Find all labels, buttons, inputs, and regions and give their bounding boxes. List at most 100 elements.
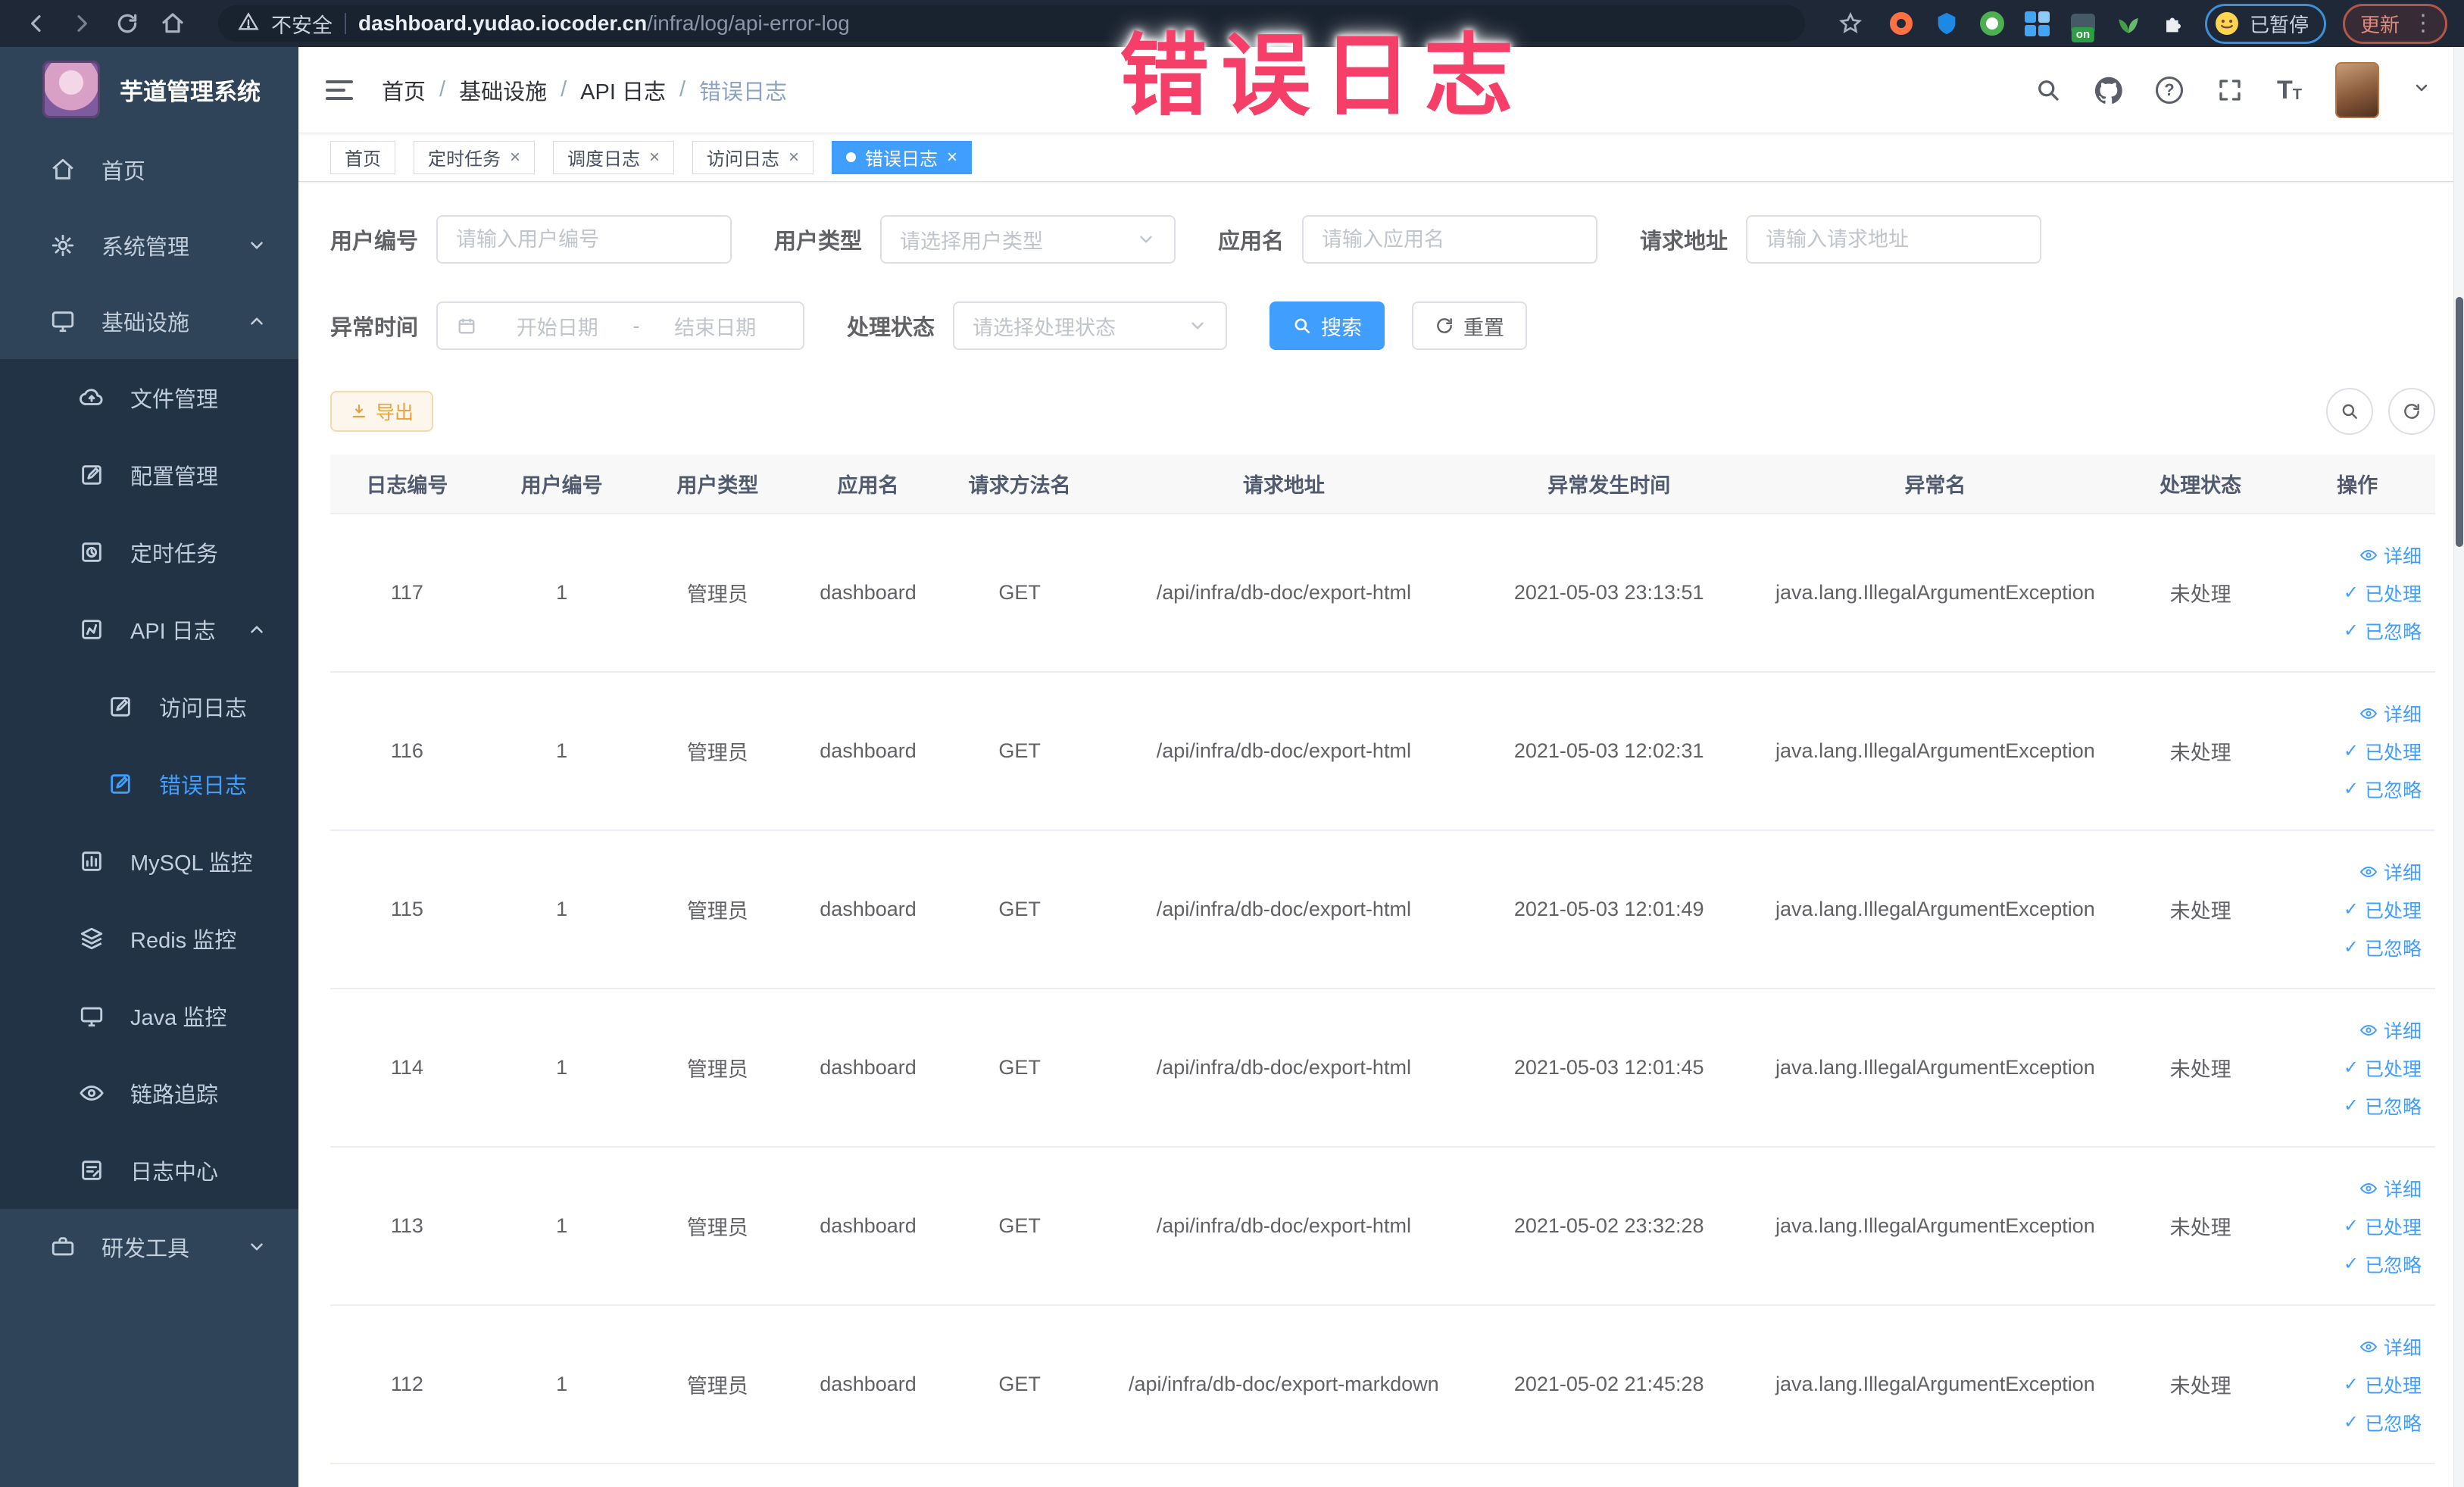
detail-link[interactable]: 详细 [2359,1175,2422,1202]
sidebar-item-label: 错误日志 [159,774,248,798]
toggle-search-button[interactable] [2326,388,2373,435]
sidebar-item-redis-monitor[interactable]: Redis 监控 [0,900,298,977]
processed-link[interactable]: ✓ 已处理 [2344,1054,2422,1082]
tab-access-log[interactable]: 访问日志 × [692,140,814,174]
ignored-link[interactable]: ✓ 已忽略 [2344,1251,2422,1278]
extension-orange-icon[interactable] [1887,9,1916,38]
ignored-link[interactable]: ✓ 已忽略 [2344,1092,2422,1120]
breadcrumb-home[interactable]: 首页 [382,74,426,106]
ignored-link[interactable]: ✓ 已忽略 [2344,776,2422,803]
sidebar-item-scheduled-tasks[interactable]: 定时任务 [0,514,298,591]
processed-link[interactable]: ✓ 已处理 [2344,1213,2422,1240]
tab-home[interactable]: 首页 [330,140,395,174]
bookmark-star-icon[interactable] [1831,4,1870,43]
tab-schedule-log[interactable]: 调度日志 × [553,140,675,174]
chevron-down-icon[interactable] [2412,79,2431,101]
export-button[interactable]: 导出 [330,391,434,432]
scrollbar-thumb[interactable] [2456,297,2463,547]
processed-link[interactable]: ✓ 已处理 [2344,738,2422,765]
filter-exception-time: 异常时间 开始日期 - 结束日期 [330,301,805,350]
cell-log-id: 117 [330,514,484,673]
request-url-input[interactable] [1746,215,2042,264]
close-icon[interactable]: × [649,148,660,167]
font-size-icon[interactable]: TT [2277,77,2302,103]
navbar-actions: ? TT [2035,61,2431,118]
close-icon[interactable]: × [510,148,520,167]
breadcrumb-current: 错误日志 [699,80,788,105]
extension-grid-icon[interactable] [2023,9,2052,38]
security-warning-icon[interactable] [238,11,259,36]
paused-extension-badge[interactable]: 已暂停 [2204,3,2326,44]
cell-app-name: dashboard [795,1147,941,1306]
emoji-face-icon [2215,12,2238,35]
cell-app-name: dashboard [795,830,941,989]
browser-toolbar: 不安全 dashboard.yudao.iocoder.cn/infra/log… [0,0,2464,47]
date-range-picker[interactable]: 开始日期 - 结束日期 [436,301,805,350]
url-domain: dashboard.yudao.iocoder.cn [358,11,648,35]
tab-scheduled-tasks[interactable]: 定时任务 × [414,140,536,174]
reload-icon[interactable] [108,4,147,43]
processed-link[interactable]: ✓ 已处理 [2344,1371,2422,1398]
detail-link[interactable]: 详细 [2359,1017,2422,1044]
chrome-update-badge[interactable]: 更新 ⋮ [2342,3,2447,44]
ignored-link[interactable]: ✓ 已忽略 [2344,1409,2422,1436]
help-icon[interactable]: ? [2156,76,2183,104]
github-icon[interactable] [2095,77,2122,104]
security-label: 不安全 [271,14,333,37]
sidebar-item-access-log[interactable]: 访问日志 [0,668,298,745]
app-name-input[interactable] [1302,215,1598,264]
sidebar-item-log-center[interactable]: 日志中心 [0,1132,298,1209]
user-type-select[interactable]: 请选择用户类型 [880,215,1176,264]
extension-shield-icon[interactable] [1932,9,1961,38]
sidebar-item-error-log[interactable]: 错误日志 [0,745,298,823]
user-id-input[interactable] [436,215,732,264]
sidebar-item-java-monitor[interactable]: Java 监控 [0,977,298,1054]
extension-green-icon[interactable] [1978,9,2006,38]
detail-link[interactable]: 详细 [2359,858,2422,886]
breadcrumb-infra[interactable]: 基础设施 [459,74,547,106]
scrollbar[interactable] [2453,47,2464,1487]
home-icon[interactable] [153,4,192,43]
extension-leaf-icon[interactable] [2114,9,2143,38]
tab-error-log[interactable]: 错误日志 × [832,140,973,174]
forward-icon[interactable] [62,4,101,43]
detail-link[interactable]: 详细 [2359,1333,2422,1360]
search-icon[interactable] [2035,77,2062,104]
cell-process-status: 未处理 [2121,1305,2280,1464]
app-logo[interactable]: 芋道管理系统 [0,47,298,132]
refresh-table-button[interactable] [2388,388,2435,435]
sidebar-item-home[interactable]: 首页 [0,132,298,208]
sidebar-item-tracing[interactable]: 链路追踪 [0,1054,298,1132]
sidebar-item-dev-tools[interactable]: 研发工具 [0,1209,298,1285]
fullscreen-icon[interactable] [2216,77,2244,104]
cell-app-name: dashboard [795,989,941,1148]
extension-puzzle-icon[interactable] [2160,9,2188,38]
sidebar-item-system[interactable]: 系统管理 [0,208,298,283]
sidebar-item-mysql-monitor[interactable]: MySQL 监控 [0,823,298,900]
table-row: 114 1 管理员 dashboard GET /api/infra/db-do… [330,989,2435,1148]
browser-menu-icon[interactable]: ⋮ [2412,12,2434,35]
cell-exception-name: java.lang.IllegalArgumentException [1749,672,2122,831]
eye-icon [2359,1182,2378,1194]
search-button[interactable]: 搜索 [1269,301,1385,350]
back-icon[interactable] [17,4,56,43]
reset-button[interactable]: 重置 [1412,301,1528,350]
ignored-link[interactable]: ✓ 已忽略 [2344,617,2422,645]
ignored-link[interactable]: ✓ 已忽略 [2344,934,2422,961]
extension-switch-icon[interactable]: on [2069,9,2097,42]
detail-link[interactable]: 详细 [2359,700,2422,727]
sidebar-item-infra[interactable]: 基础设施 [0,283,298,359]
address-bar[interactable]: 不安全 dashboard.yudao.iocoder.cn/infra/log… [218,5,1805,42]
avatar[interactable] [2335,61,2379,118]
close-icon[interactable]: × [789,148,799,167]
close-icon[interactable]: × [947,148,957,167]
processed-link[interactable]: ✓ 已处理 [2344,579,2422,607]
sidebar-toggle-icon[interactable] [326,80,356,100]
sidebar-item-config-management[interactable]: 配置管理 [0,436,298,514]
sidebar-item-file-management[interactable]: 文件管理 [0,359,298,436]
detail-link[interactable]: 详细 [2359,542,2422,569]
breadcrumb-api-log[interactable]: API 日志 [580,74,666,106]
processed-link[interactable]: ✓ 已处理 [2344,896,2422,923]
sidebar-item-api-log[interactable]: API 日志 [0,591,298,668]
process-status-select[interactable]: 请选择处理状态 [953,301,1228,350]
